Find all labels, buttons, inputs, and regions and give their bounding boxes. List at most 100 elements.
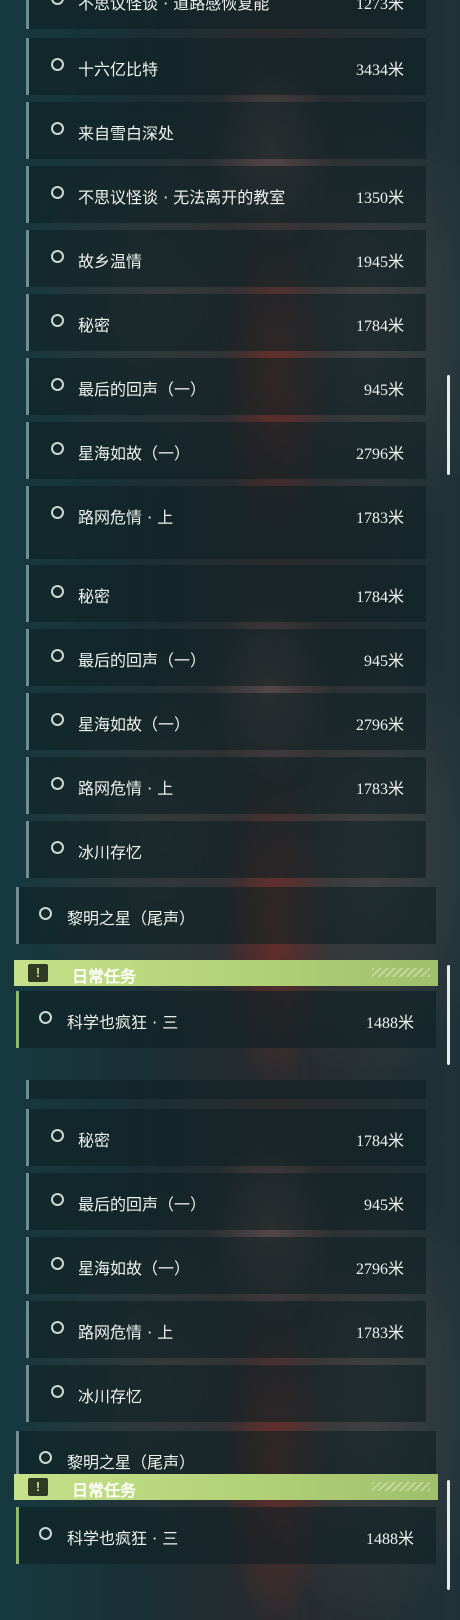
quest-distance: 1945米	[355, 254, 404, 271]
quest-title: 路网危情 · 上	[78, 508, 174, 527]
daily-quest-row[interactable]: 科学也疯狂 · 三 1488米	[16, 991, 436, 1048]
status-circle-icon	[51, 58, 64, 71]
quest-title: 十六亿比特	[78, 60, 159, 79]
quest-title: 秘密	[78, 1131, 111, 1150]
quest-distance: 1783米	[355, 781, 404, 798]
quest-row[interactable]: 十六亿比特 3434米	[26, 38, 426, 95]
quest-distance: 945米	[363, 653, 404, 670]
alert-icon: !	[28, 1478, 48, 1496]
quest-row[interactable]	[26, 540, 426, 559]
quest-title: 路网危情 · 上	[78, 779, 174, 798]
quest-title: 冰川存忆	[78, 1387, 143, 1406]
status-circle-icon	[39, 1527, 52, 1540]
quest-title: 不思议怪谈 · 道路感恢复能	[78, 0, 270, 13]
status-circle-icon	[51, 777, 64, 790]
quest-distance: 2796米	[355, 446, 404, 463]
quest-row[interactable]: 星海如故（一） 2796米	[26, 693, 426, 750]
quest-row[interactable]: 最后的回声（一） 945米	[26, 358, 426, 415]
quest-distance: 1784米	[355, 1133, 404, 1150]
quest-title: 来自雪白深处	[78, 124, 175, 143]
quest-row[interactable]: 路网危情 · 上 1783米	[26, 757, 426, 814]
quest-title: 星海如故（一）	[78, 715, 191, 734]
status-circle-icon	[51, 378, 64, 391]
quest-row-finale[interactable]: 黎明之星（尾声）	[16, 887, 436, 944]
quest-list-panel: 不思议怪谈 · 道路感恢复能 1273米 十六亿比特 3434米 来自雪白深处 …	[0, 0, 460, 540]
quest-title: 秘密	[78, 587, 111, 606]
quest-title: 不思议怪谈 · 无法离开的教室	[78, 188, 286, 207]
quest-title: 黎明之星（尾声）	[67, 909, 196, 928]
quest-title: 秘密	[78, 316, 111, 335]
status-circle-icon	[51, 649, 64, 662]
quest-row[interactable]: 秘密 1784米	[26, 565, 426, 622]
quest-title: 最后的回声（一）	[78, 1195, 207, 1214]
status-circle-icon	[51, 314, 64, 327]
quest-row[interactable]: 故乡温情 1945米	[26, 230, 426, 287]
status-circle-icon	[51, 0, 64, 5]
status-circle-icon	[51, 1257, 64, 1270]
status-circle-icon	[51, 1193, 64, 1206]
quest-row[interactable]: 最后的回声（一） 945米	[26, 1173, 426, 1230]
quest-row[interactable]: 路网危情 · 上 1783米	[26, 1301, 426, 1358]
section-title: 日常任务	[72, 967, 137, 986]
status-circle-icon	[51, 1321, 64, 1334]
status-circle-icon	[39, 1451, 52, 1464]
status-circle-icon	[51, 442, 64, 455]
status-circle-icon	[51, 122, 64, 135]
quest-title: 冰川存忆	[78, 843, 143, 862]
alert-icon: !	[28, 964, 48, 982]
quest-row[interactable]: 秘密 1784米	[26, 1109, 426, 1166]
status-circle-icon	[51, 713, 64, 726]
quest-distance: 2796米	[355, 717, 404, 734]
status-circle-icon	[51, 1385, 64, 1398]
status-circle-icon	[51, 250, 64, 263]
status-circle-icon	[51, 1129, 64, 1142]
scrollbar-thumb[interactable]	[447, 1480, 450, 1590]
quest-row[interactable]: 不思议怪谈 · 无法离开的教室 1350米	[26, 166, 426, 223]
quest-distance: 1273米	[355, 0, 404, 13]
quest-title: 星海如故（一）	[78, 1259, 191, 1278]
quest-title: 科学也疯狂 · 三	[67, 1013, 179, 1032]
scrollbar-thumb[interactable]	[447, 375, 450, 475]
quest-row[interactable]: 最后的回声（一） 945米	[26, 629, 426, 686]
quest-title: 最后的回声（一）	[78, 651, 207, 670]
quest-title: 最后的回声（一）	[78, 380, 207, 399]
section-title: 日常任务	[72, 1481, 137, 1500]
quest-distance: 1488米	[365, 1015, 414, 1032]
header-stripes-decoration	[372, 968, 430, 977]
daily-quest-row[interactable]: 科学也疯狂 · 三 1488米	[16, 1507, 436, 1564]
quest-row[interactable]: 冰川存忆	[26, 1365, 426, 1422]
quest-list-panel: 秘密 1784米 最后的回声（一） 945米 星海如故（一） 2796米 路网危…	[0, 1080, 460, 1620]
quest-distance: 3434米	[355, 62, 404, 79]
header-stripes-decoration	[372, 1482, 430, 1491]
quest-distance: 1784米	[355, 589, 404, 606]
quest-row[interactable]: 来自雪白深处	[26, 102, 426, 159]
status-circle-icon	[51, 186, 64, 199]
quest-row[interactable]: 路网危情 · 上 1783米	[26, 486, 426, 540]
status-circle-icon	[51, 585, 64, 598]
quest-row[interactable]: 冰川存忆	[26, 821, 426, 878]
quest-title: 故乡温情	[78, 252, 143, 271]
quest-distance: 1350米	[355, 190, 404, 207]
daily-tasks-header: ! 日常任务	[14, 1474, 438, 1500]
quest-distance: 2796米	[355, 1261, 404, 1278]
quest-title: 星海如故（一）	[78, 444, 191, 463]
quest-distance: 945米	[363, 382, 404, 399]
quest-row[interactable]	[26, 1080, 426, 1099]
status-circle-icon	[39, 907, 52, 920]
quest-distance: 1783米	[355, 510, 404, 527]
quest-title: 科学也疯狂 · 三	[67, 1529, 179, 1548]
quest-row[interactable]: 不思议怪谈 · 道路感恢复能 1273米	[26, 0, 426, 29]
quest-list-panel: 秘密 1784米 最后的回声（一） 945米 星海如故（一） 2796米 路网危…	[0, 540, 460, 1080]
quest-distance: 945米	[363, 1197, 404, 1214]
quest-row[interactable]: 星海如故（一） 2796米	[26, 1237, 426, 1294]
quest-row[interactable]: 秘密 1784米	[26, 294, 426, 351]
scrollbar-thumb[interactable]	[447, 965, 450, 1065]
quest-row[interactable]: 星海如故（一） 2796米	[26, 422, 426, 479]
quest-distance: 1784米	[355, 318, 404, 335]
quest-distance: 1488米	[365, 1531, 414, 1548]
daily-tasks-header: ! 日常任务	[14, 960, 438, 986]
status-circle-icon	[51, 506, 64, 519]
quest-distance: 1783米	[355, 1325, 404, 1342]
quest-title: 路网危情 · 上	[78, 1323, 174, 1342]
status-circle-icon	[51, 841, 64, 854]
